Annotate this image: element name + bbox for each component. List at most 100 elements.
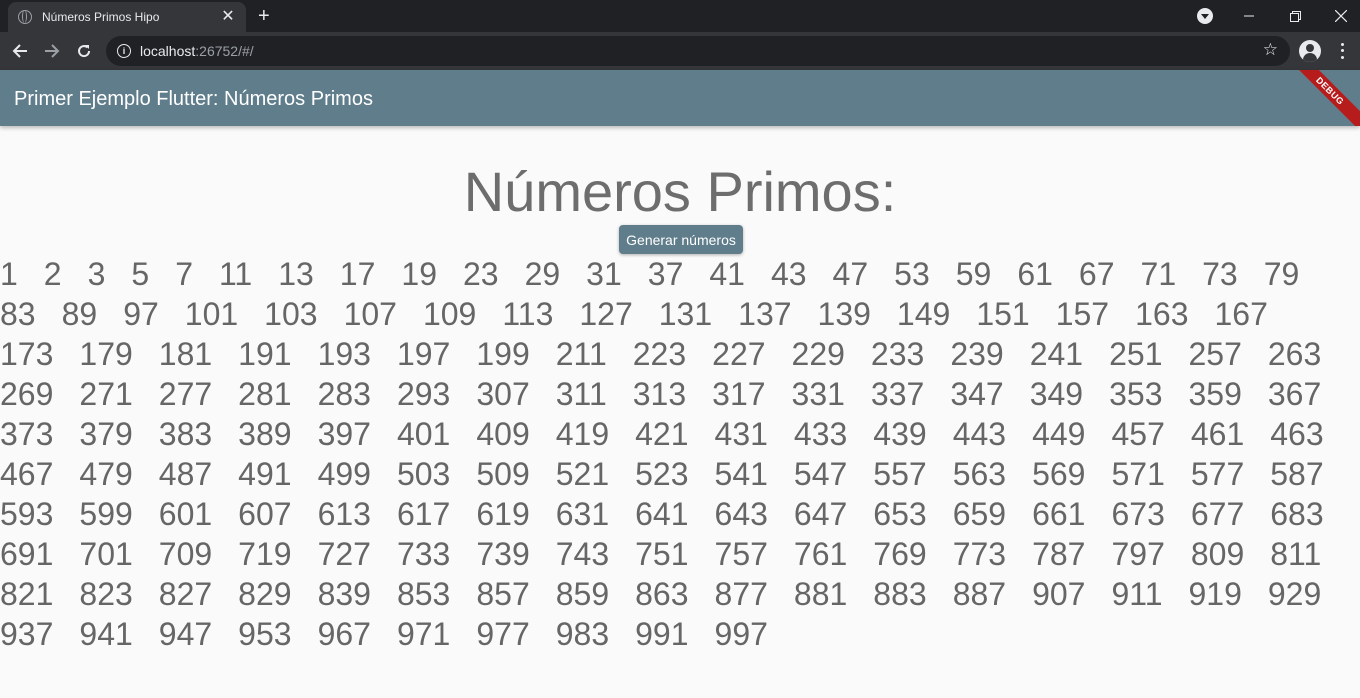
prime-number: 947: [158, 616, 213, 652]
prime-number: 859: [555, 576, 610, 612]
generate-numbers-button[interactable]: Generar números: [619, 225, 743, 254]
prime-number: 457: [1111, 416, 1165, 452]
forward-icon[interactable]: [40, 39, 64, 63]
prime-number: 461: [1190, 416, 1245, 452]
prime-number: 367: [1267, 376, 1322, 412]
prime-number: 953: [238, 616, 292, 652]
prime-number: 263: [1267, 336, 1322, 372]
prime-number: 487: [158, 456, 213, 492]
prime-number: 641: [635, 496, 689, 532]
prime-number: 199: [476, 336, 530, 372]
close-tab-icon[interactable]: ✕: [220, 9, 236, 25]
prime-number: 103: [264, 296, 318, 332]
restore-icon[interactable]: [1272, 0, 1318, 32]
prime-number: 653: [873, 496, 927, 532]
address-bar[interactable]: i localhost:26752/#/ ☆: [106, 36, 1290, 66]
prime-number: 127: [579, 296, 633, 332]
prime-number: 347: [950, 376, 1004, 412]
prime-number: 881: [793, 576, 848, 612]
prime-number: 787: [1032, 536, 1086, 572]
prime-number: 971: [396, 616, 451, 652]
prime-number: 563: [952, 456, 1007, 492]
prime-number: 31: [586, 256, 622, 292]
prime-number: 599: [79, 496, 133, 532]
prime-number: 43: [770, 256, 807, 292]
prime-number: 337: [870, 376, 925, 412]
browser-toolbar: i localhost:26752/#/ ☆: [0, 32, 1360, 70]
prime-number: 571: [1111, 456, 1165, 492]
prime-number: 79: [1263, 256, 1300, 292]
prime-number: 271: [79, 376, 133, 412]
prime-number: 797: [1111, 536, 1165, 572]
prime-number: 587: [1270, 456, 1324, 492]
prime-number: 383: [158, 416, 213, 452]
prime-number: 59: [955, 256, 992, 292]
prime-number: 359: [1188, 376, 1242, 412]
prime-number: 1: [0, 256, 18, 292]
prime-number: 613: [317, 496, 371, 532]
prime-number: 857: [476, 576, 530, 612]
prime-number: 233: [870, 336, 925, 372]
prime-number: 13: [278, 256, 314, 292]
prime-number: 257: [1188, 336, 1242, 372]
debug-banner: DEBUG: [1282, 70, 1360, 126]
app-bar: Primer Ejemplo Flutter: Números Primos D…: [0, 70, 1360, 126]
prime-number: 883: [873, 576, 927, 612]
tab-strip: Números Primos Hipo ✕ +: [0, 0, 1360, 32]
prime-number: 373: [0, 416, 54, 452]
minimize-icon[interactable]: [1226, 0, 1272, 32]
back-icon[interactable]: [8, 39, 32, 63]
prime-number: 601: [158, 496, 213, 532]
prime-number: 607: [238, 496, 292, 532]
prime-number: 191: [238, 336, 292, 372]
reload-icon[interactable]: [72, 39, 96, 63]
prime-number: 709: [158, 536, 213, 572]
prime-number: 757: [714, 536, 768, 572]
primes-list: 1 2 3 5 7 11 13 17 19 23 29 31 37 41 43 47 53 59 61 67 71 73 7…: [0, 254, 1342, 654]
url-path: :26752/#/: [195, 43, 254, 59]
prime-number: 719: [238, 536, 292, 572]
bookmark-star-icon[interactable]: ☆: [1263, 40, 1278, 60]
prime-number: 523: [635, 456, 689, 492]
prime-number: 53: [894, 256, 930, 292]
prime-number: 283: [317, 376, 371, 412]
prime-number: 743: [555, 536, 610, 572]
app-title: Primer Ejemplo Flutter: Números Primos: [14, 88, 373, 110]
menu-kebab-icon[interactable]: [1335, 41, 1349, 61]
prime-number: 251: [1109, 336, 1163, 372]
prime-number: 353: [1109, 376, 1163, 412]
prime-number: 5: [131, 256, 150, 292]
prime-number: 521: [555, 456, 610, 492]
prime-number: 769: [873, 536, 927, 572]
prime-number: 661: [1032, 496, 1086, 532]
prime-number: 761: [793, 536, 848, 572]
prime-number: 211: [555, 336, 607, 372]
prime-number: 751: [635, 536, 689, 572]
prime-number: 691: [0, 536, 54, 572]
prime-number: 19: [401, 256, 437, 292]
close-window-icon[interactable]: [1318, 0, 1360, 32]
prime-number: 239: [950, 336, 1004, 372]
prime-number: 281: [238, 376, 292, 412]
prime-number: 107: [343, 296, 397, 332]
prime-number: 331: [791, 376, 845, 412]
prime-number: 29: [524, 256, 561, 292]
prime-number: 317: [712, 376, 766, 412]
prime-number: 349: [1029, 376, 1084, 412]
prime-number: 863: [635, 576, 689, 612]
prime-number: 577: [1190, 456, 1245, 492]
browser-tab[interactable]: Números Primos Hipo ✕: [8, 2, 246, 32]
new-tab-button[interactable]: +: [258, 4, 270, 28]
prime-number: 293: [396, 376, 451, 412]
account-icon[interactable]: [1299, 40, 1321, 62]
prime-number: 647: [793, 496, 848, 532]
prime-number: 701: [79, 536, 133, 572]
info-icon[interactable]: i: [117, 44, 131, 58]
prime-number: 401: [396, 416, 451, 452]
tab-search-icon[interactable]: [1197, 8, 1213, 24]
prime-number: 149: [896, 296, 951, 332]
prime-number: 911: [1111, 576, 1163, 612]
prime-number: 197: [396, 336, 451, 372]
prime-number: 181: [158, 336, 213, 372]
prime-number: 491: [238, 456, 292, 492]
